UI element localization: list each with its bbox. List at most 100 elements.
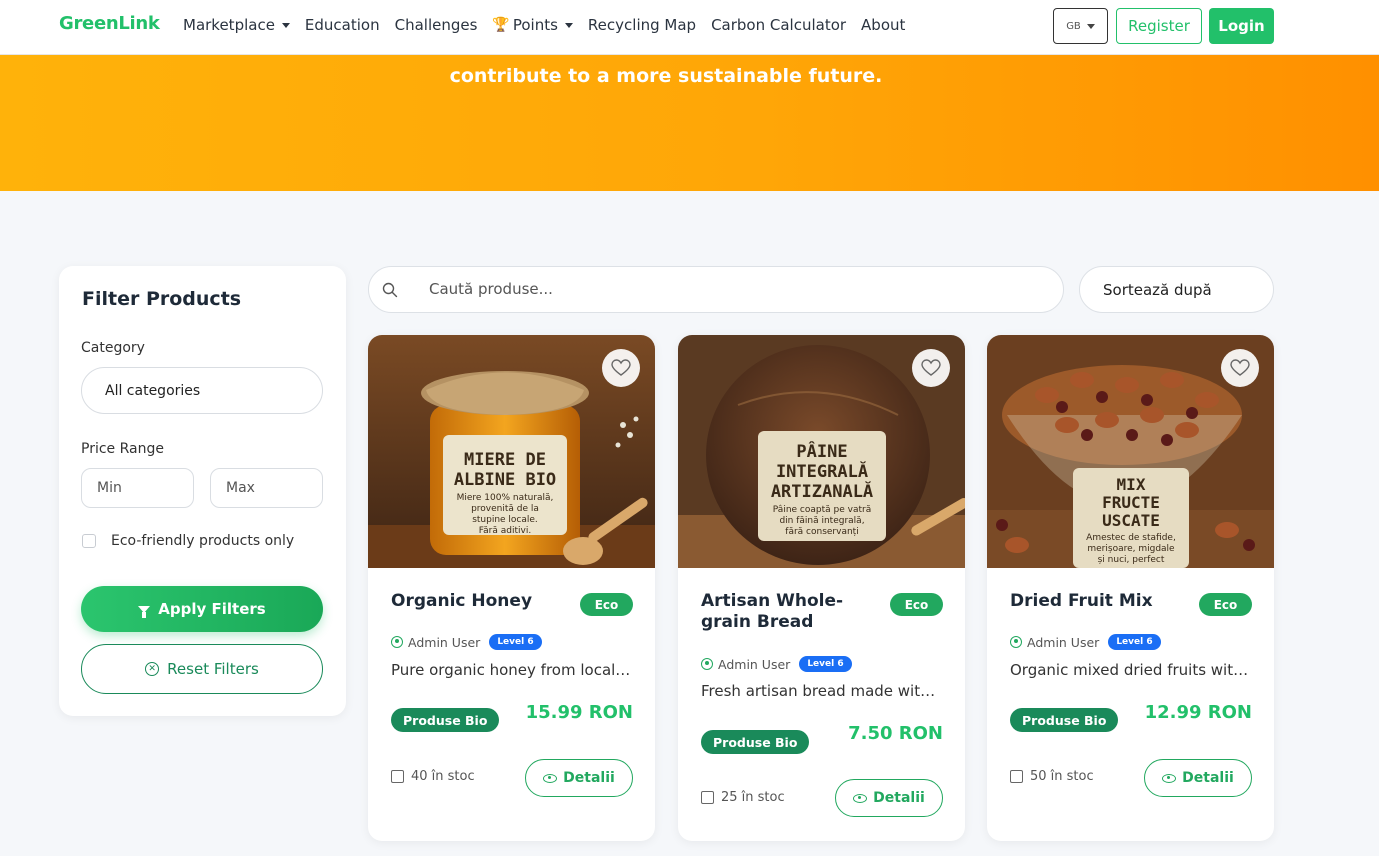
product-price: 15.99 RON bbox=[525, 702, 633, 723]
product-author: Admin User Level 6 bbox=[701, 656, 852, 672]
eco-only-checkbox[interactable] bbox=[82, 534, 96, 548]
eco-badge: Eco bbox=[1199, 593, 1252, 616]
svg-text:stupine locale.: stupine locale. bbox=[472, 515, 538, 525]
svg-text:fără conservanți: fără conservanți bbox=[785, 527, 858, 537]
search-input[interactable]: Caută produse... bbox=[429, 280, 553, 298]
box-icon bbox=[1010, 770, 1023, 783]
product-title[interactable]: Artisan Whole-grain Bread bbox=[701, 591, 881, 633]
eco-badge: Eco bbox=[890, 593, 943, 616]
product-card[interactable]: MIX FRUCTE USCATE Amestec de stafide, me… bbox=[987, 335, 1274, 841]
reset-filters-label: Reset Filters bbox=[167, 660, 259, 678]
svg-text:Miere 100% naturală,: Miere 100% naturală, bbox=[457, 493, 554, 503]
author-name: Admin User bbox=[408, 634, 481, 650]
hero-text: contribute to a more sustainable future. bbox=[449, 65, 883, 87]
apply-filters-label: Apply Filters bbox=[158, 600, 266, 618]
nav-recycling-map-label: Recycling Map bbox=[587, 16, 697, 34]
svg-text:merișoare, migdale: merișoare, migdale bbox=[1087, 544, 1175, 554]
product-description: Fresh artisan bread made with whole-grai… bbox=[701, 682, 943, 700]
details-label: Detalii bbox=[873, 790, 925, 806]
product-title[interactable]: Dried Fruit Mix bbox=[1010, 591, 1190, 612]
product-image[interactable]: MIX FRUCTE USCATE Amestec de stafide, me… bbox=[987, 335, 1274, 568]
nav-recycling-map[interactable]: Recycling Map bbox=[588, 16, 696, 34]
author-name: Admin User bbox=[718, 656, 791, 672]
product-image[interactable]: PÂINE INTEGRALĂ ARTIZANALĂ Pâine coaptă … bbox=[678, 335, 965, 568]
register-button[interactable]: Register bbox=[1116, 8, 1202, 44]
favorite-button[interactable] bbox=[602, 349, 640, 387]
svg-text:Fără aditivi.: Fără aditivi. bbox=[479, 526, 531, 536]
product-price: 7.50 RON bbox=[848, 723, 943, 744]
brand-logo[interactable]: GreenLink bbox=[59, 13, 160, 34]
reset-filters-button[interactable]: ✕ Reset Filters bbox=[81, 644, 323, 694]
stock-info: 25 în stoc bbox=[701, 790, 785, 805]
svg-text:USCATE: USCATE bbox=[1102, 511, 1160, 530]
heart-icon bbox=[1230, 359, 1250, 376]
svg-text:Pâine coaptă pe vatră: Pâine coaptă pe vatră bbox=[773, 505, 871, 515]
category-select[interactable]: All categories bbox=[81, 367, 323, 414]
svg-text:PÂINE: PÂINE bbox=[796, 440, 847, 462]
apply-filters-button[interactable]: Apply Filters bbox=[81, 586, 323, 632]
svg-text:MIERE DE: MIERE DE bbox=[464, 450, 546, 470]
nav-carbon-calculator[interactable]: Carbon Calculator bbox=[711, 16, 846, 34]
svg-text:FRUCTE: FRUCTE bbox=[1102, 493, 1160, 512]
product-image[interactable]: MIERE DE ALBINE BIO Miere 100% naturală,… bbox=[368, 335, 655, 568]
svg-text:din făină integrală,: din făină integrală, bbox=[779, 516, 864, 526]
funnel-icon bbox=[138, 605, 151, 618]
product-author: Admin User Level 6 bbox=[1010, 634, 1161, 650]
stock-label: 50 în stoc bbox=[1030, 769, 1094, 784]
nav-education[interactable]: Education bbox=[305, 16, 380, 34]
nav-challenges[interactable]: Challenges bbox=[395, 16, 478, 34]
nav-carbon-calculator-label: Carbon Calculator bbox=[711, 16, 847, 34]
author-name: Admin User bbox=[1027, 634, 1100, 650]
nav-points[interactable]: 🏆 Points bbox=[492, 16, 573, 34]
chevron-down-icon bbox=[1086, 23, 1095, 29]
category-badge: Produse Bio bbox=[701, 730, 810, 754]
nav-links: Marketplace Education Challenges 🏆 Point… bbox=[183, 0, 905, 50]
svg-text:ARTIZANALĂ: ARTIZANALĂ bbox=[771, 480, 873, 502]
favorite-button[interactable] bbox=[1221, 349, 1259, 387]
price-max-input[interactable]: Max bbox=[210, 468, 323, 508]
price-min-input[interactable]: Min bbox=[81, 468, 194, 508]
product-author: Admin User Level 6 bbox=[391, 634, 542, 650]
language-selector[interactable]: GB bbox=[1053, 8, 1108, 44]
nav-marketplace-label: Marketplace bbox=[183, 16, 275, 34]
svg-text:provenită de la: provenită de la bbox=[471, 504, 539, 514]
heart-icon bbox=[921, 359, 941, 376]
category-badge: Produse Bio bbox=[391, 708, 500, 732]
svg-text:MIX: MIX bbox=[1117, 475, 1146, 494]
nav-about-label: About bbox=[861, 16, 906, 34]
sort-select[interactable]: Sortează după bbox=[1079, 266, 1274, 313]
details-button[interactable]: Detalii bbox=[1144, 759, 1252, 797]
category-badge: Produse Bio bbox=[1010, 708, 1119, 732]
eco-only-label: Eco-friendly products only bbox=[111, 533, 295, 549]
product-description: Organic mixed dried fruits with nuts bbox=[1010, 661, 1252, 679]
product-card[interactable]: PÂINE INTEGRALĂ ARTIZANALĂ Pâine coaptă … bbox=[678, 335, 965, 841]
user-icon bbox=[701, 658, 713, 670]
stock-info: 40 în stoc bbox=[391, 769, 475, 784]
chevron-down-icon bbox=[564, 22, 573, 28]
favorite-button[interactable] bbox=[912, 349, 950, 387]
eco-badge: Eco bbox=[580, 593, 633, 616]
user-icon bbox=[391, 636, 403, 648]
svg-text:Amestec de stafide,: Amestec de stafide, bbox=[1086, 533, 1176, 543]
details-button[interactable]: Detalii bbox=[525, 759, 633, 797]
product-title[interactable]: Organic Honey bbox=[391, 591, 571, 612]
chevron-down-icon bbox=[281, 22, 290, 28]
svg-text:ALBINE BIO: ALBINE BIO bbox=[454, 470, 556, 490]
level-badge: Level 6 bbox=[1108, 634, 1161, 650]
product-price: 12.99 RON bbox=[1144, 702, 1252, 723]
login-button[interactable]: Login bbox=[1209, 8, 1274, 44]
level-badge: Level 6 bbox=[799, 656, 852, 672]
product-card[interactable]: MIERE DE ALBINE BIO Miere 100% naturală,… bbox=[368, 335, 655, 841]
nav-about[interactable]: About bbox=[861, 16, 905, 34]
box-icon bbox=[701, 791, 714, 804]
nav-marketplace[interactable]: Marketplace bbox=[183, 16, 290, 34]
box-icon bbox=[391, 770, 404, 783]
hero-banner: contribute to a more sustainable future. bbox=[0, 55, 1379, 191]
details-button[interactable]: Detalii bbox=[835, 779, 943, 817]
filter-panel: Filter Products Category All categories … bbox=[59, 266, 346, 716]
search-bar[interactable]: Caută produse... bbox=[368, 266, 1064, 313]
language-code: GB bbox=[1066, 20, 1081, 32]
filter-title: Filter Products bbox=[82, 288, 242, 310]
trophy-icon: 🏆 bbox=[492, 17, 510, 33]
search-icon bbox=[382, 282, 398, 298]
